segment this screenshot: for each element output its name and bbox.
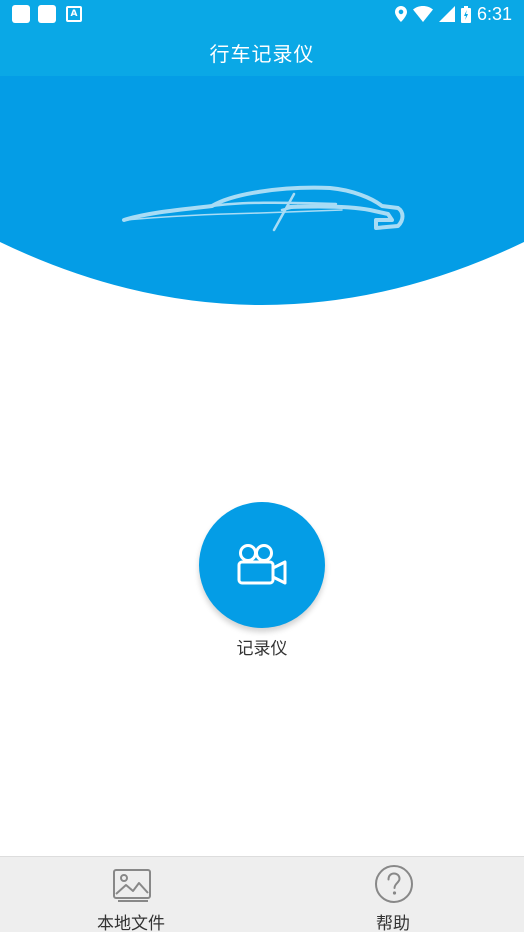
nav-help-label: 帮助 — [376, 914, 410, 934]
video-camera-icon — [237, 544, 287, 585]
font-a-icon: A — [66, 6, 82, 22]
recorder-button[interactable] — [199, 502, 325, 628]
app-square-icon — [38, 5, 56, 23]
status-bar: A 6:31 — [0, 0, 524, 28]
app-square-icon — [12, 5, 30, 23]
recorder-label: 记录仪 — [236, 639, 288, 659]
title-bar: 行车记录仪 — [0, 28, 524, 76]
battery-icon — [460, 5, 471, 23]
signal-icon — [438, 6, 455, 22]
bottom-nav: 本地文件 帮助 — [0, 856, 524, 934]
status-right-icons: 6:31 — [394, 2, 512, 26]
status-time: 6:31 — [476, 4, 512, 24]
location-icon — [394, 6, 407, 22]
hero-banner — [0, 76, 524, 306]
nav-local-files-label: 本地文件 — [97, 914, 165, 934]
image-gallery-icon — [113, 869, 151, 902]
nav-local-files[interactable]: 本地文件 — [0, 857, 262, 934]
nav-help[interactable]: 帮助 — [262, 857, 524, 934]
wifi-icon — [412, 6, 433, 22]
status-left-icons: A — [12, 5, 82, 23]
page-title: 行车记录仪 — [209, 41, 315, 66]
hero-arc — [0, 76, 524, 305]
help-circle-icon — [375, 865, 413, 903]
